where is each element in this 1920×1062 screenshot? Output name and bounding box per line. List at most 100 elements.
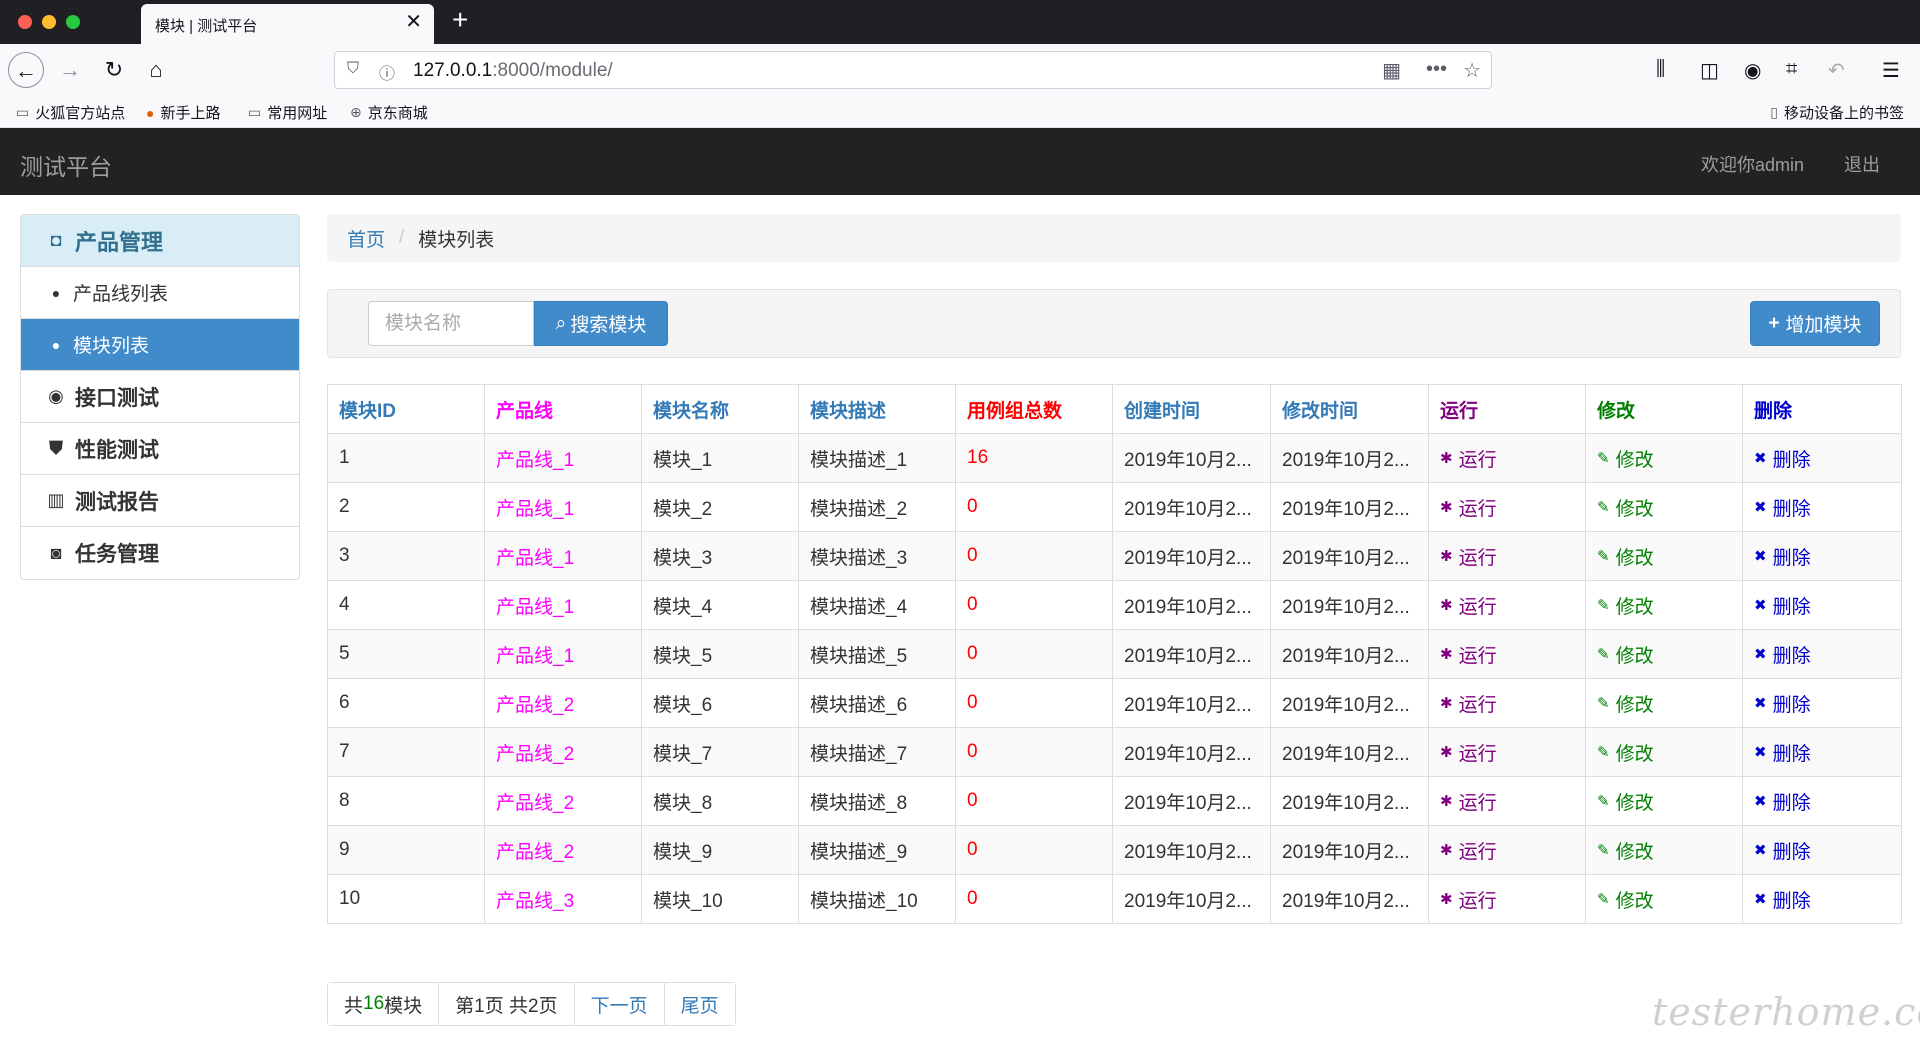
- url-bar[interactable]: ⛉ ⓘ 127.0.0.1:8000/module/ ▦ ••• ☆: [334, 51, 1492, 89]
- delete-link[interactable]: ✖ 删除: [1754, 641, 1811, 668]
- account-icon[interactable]: ◉: [1744, 58, 1761, 83]
- qr-code-icon[interactable]: ▦: [1382, 58, 1401, 83]
- add-module-button[interactable]: + 增加模块: [1750, 301, 1880, 346]
- cell-product-line-link[interactable]: 产品线_1: [484, 580, 642, 630]
- new-tab-icon[interactable]: +: [452, 6, 468, 34]
- sidebar-header-product-management[interactable]: ◘ 产品管理: [21, 215, 299, 267]
- edit-link[interactable]: ✎ 修改: [1597, 788, 1654, 815]
- run-link[interactable]: ✱ 运行: [1440, 494, 1497, 521]
- cell-product-line-link[interactable]: 产品线_2: [484, 678, 642, 728]
- breadcrumb-home[interactable]: 首页: [347, 225, 385, 252]
- delete-link[interactable]: ✖ 删除: [1754, 543, 1811, 570]
- bookmark-item[interactable]: ▭ 火狐官方站点: [16, 102, 125, 123]
- cell-product-line-link[interactable]: 产品线_2: [484, 776, 642, 826]
- cell-case-group-count[interactable]: 16: [955, 433, 1113, 483]
- back-arrow-icon[interactable]: ←: [8, 52, 44, 88]
- menu-icon[interactable]: ☰: [1882, 58, 1900, 83]
- delete-link[interactable]: ✖ 删除: [1754, 690, 1811, 717]
- sidebar-item-test-report[interactable]: ▥ 测试报告: [21, 475, 299, 527]
- url-text[interactable]: 127.0.0.1:8000/module/: [413, 60, 613, 82]
- sidebar-item-product-line-list[interactable]: ● 产品线列表: [21, 267, 299, 319]
- cell-case-group-count[interactable]: 0: [955, 580, 1113, 630]
- more-icon[interactable]: •••: [1426, 58, 1447, 81]
- sidebar-item-module-list[interactable]: ● 模块列表: [21, 319, 299, 371]
- sidebar-item-api-test[interactable]: ◉ 接口测试: [21, 371, 299, 423]
- delete-link[interactable]: ✖ 删除: [1754, 445, 1811, 472]
- run-link[interactable]: ✱ 运行: [1440, 592, 1497, 619]
- undo-icon[interactable]: ↶: [1828, 58, 1845, 83]
- mobile-bookmarks[interactable]: ▯ 移动设备上的书签: [1770, 102, 1904, 123]
- window-close-button[interactable]: [18, 15, 32, 29]
- run-link[interactable]: ✱ 运行: [1440, 445, 1497, 472]
- delete-link[interactable]: ✖ 删除: [1754, 837, 1811, 864]
- cell-case-group-count[interactable]: 0: [955, 727, 1113, 777]
- cell-product-line-link[interactable]: 产品线_2: [484, 727, 642, 777]
- run-link[interactable]: ✱ 运行: [1440, 543, 1497, 570]
- run-link[interactable]: ✱ 运行: [1440, 690, 1497, 717]
- cell-case-group-count[interactable]: 0: [955, 531, 1113, 581]
- shield-icon[interactable]: ⛉: [347, 60, 359, 78]
- cell-product-line-link[interactable]: 产品线_1: [484, 482, 642, 532]
- module-search-input[interactable]: [368, 301, 534, 346]
- cell-case-group-count[interactable]: 0: [955, 678, 1113, 728]
- bookmark-item[interactable]: ● 新手上路: [146, 102, 220, 123]
- window-zoom-button[interactable]: [66, 15, 80, 29]
- bookmark-item[interactable]: ▭ 常用网址: [248, 102, 327, 123]
- delete-link[interactable]: ✖ 删除: [1754, 739, 1811, 766]
- run-link[interactable]: ✱ 运行: [1440, 641, 1497, 668]
- run-link[interactable]: ✱ 运行: [1440, 739, 1497, 766]
- edit-link[interactable]: ✎ 修改: [1597, 739, 1654, 766]
- logout-link[interactable]: 退出: [1844, 151, 1880, 177]
- brand-title[interactable]: 测试平台: [20, 148, 112, 182]
- run-link[interactable]: ✱ 运行: [1440, 788, 1497, 815]
- cell-case-group-count[interactable]: 0: [955, 825, 1113, 875]
- pagination-last-link[interactable]: 尾页: [664, 983, 735, 1025]
- cell-case-group-count[interactable]: 0: [955, 874, 1113, 924]
- sidebar-item-task-management[interactable]: ◙ 任务管理: [21, 527, 299, 579]
- edit-link[interactable]: ✎ 修改: [1597, 690, 1654, 717]
- welcome-user[interactable]: 欢迎你admin: [1701, 151, 1804, 177]
- cell-product-line-link[interactable]: 产品线_2: [484, 825, 642, 875]
- cell-product-line-link[interactable]: 产品线_1: [484, 531, 642, 581]
- cell-product-line-link[interactable]: 产品线_1: [484, 433, 642, 483]
- edit-link[interactable]: ✎ 修改: [1597, 641, 1654, 668]
- edit-link[interactable]: ✎ 修改: [1597, 592, 1654, 619]
- cell-case-group-count[interactable]: 0: [955, 776, 1113, 826]
- search-icon: ⌕: [555, 312, 567, 334]
- cell-case-group-count[interactable]: 0: [955, 482, 1113, 532]
- table-row: 10 产品线_3 模块_10 模块描述_10 0 2019年10月2... 2019年10月…: [327, 874, 1902, 924]
- header-modified-time: 修改时间: [1270, 384, 1429, 434]
- delete-link[interactable]: ✖ 删除: [1754, 788, 1811, 815]
- cell-modified-time: 2019年10月2...: [1270, 776, 1429, 826]
- info-icon[interactable]: ⓘ: [379, 60, 395, 84]
- star-icon[interactable]: ☆: [1463, 58, 1481, 83]
- delete-link[interactable]: ✖ 删除: [1754, 592, 1811, 619]
- run-link[interactable]: ✱ 运行: [1440, 837, 1497, 864]
- library-icon[interactable]: ⫼: [1656, 58, 1665, 81]
- home-icon[interactable]: ⌂: [138, 52, 174, 88]
- edit-link[interactable]: ✎ 修改: [1597, 886, 1654, 913]
- tab-close-icon[interactable]: ✕: [405, 12, 422, 32]
- edit-icon: ✎: [1597, 891, 1610, 908]
- edit-link[interactable]: ✎ 修改: [1597, 494, 1654, 521]
- delete-link[interactable]: ✖ 删除: [1754, 886, 1811, 913]
- edit-link[interactable]: ✎ 修改: [1597, 837, 1654, 864]
- sidebar-item-performance-test[interactable]: ⛊ 性能测试: [21, 423, 299, 475]
- edit-link[interactable]: ✎ 修改: [1597, 543, 1654, 570]
- reload-icon[interactable]: ↻: [96, 52, 132, 88]
- pagination-next-link[interactable]: 下一页: [574, 983, 665, 1025]
- search-module-button[interactable]: ⌕ 搜索模块: [534, 301, 668, 346]
- run-link[interactable]: ✱ 运行: [1440, 886, 1497, 913]
- forward-arrow-icon[interactable]: →: [52, 52, 88, 88]
- bookmark-item[interactable]: ⊕ 京东商城: [350, 102, 428, 123]
- cell-product-line-link[interactable]: 产品线_1: [484, 629, 642, 679]
- cell-product-line-link[interactable]: 产品线_3: [484, 874, 642, 924]
- window-minimize-button[interactable]: [42, 15, 56, 29]
- edit-link[interactable]: ✎ 修改: [1597, 445, 1654, 472]
- cell-module-name: 模块_5: [641, 629, 799, 679]
- screenshot-icon[interactable]: ⌗: [1786, 58, 1797, 81]
- delete-link[interactable]: ✖ 删除: [1754, 494, 1811, 521]
- cell-case-group-count[interactable]: 0: [955, 629, 1113, 679]
- sidebar-icon[interactable]: ◫: [1700, 58, 1719, 83]
- browser-tab[interactable]: 模块 | 测试平台 ✕: [141, 4, 434, 44]
